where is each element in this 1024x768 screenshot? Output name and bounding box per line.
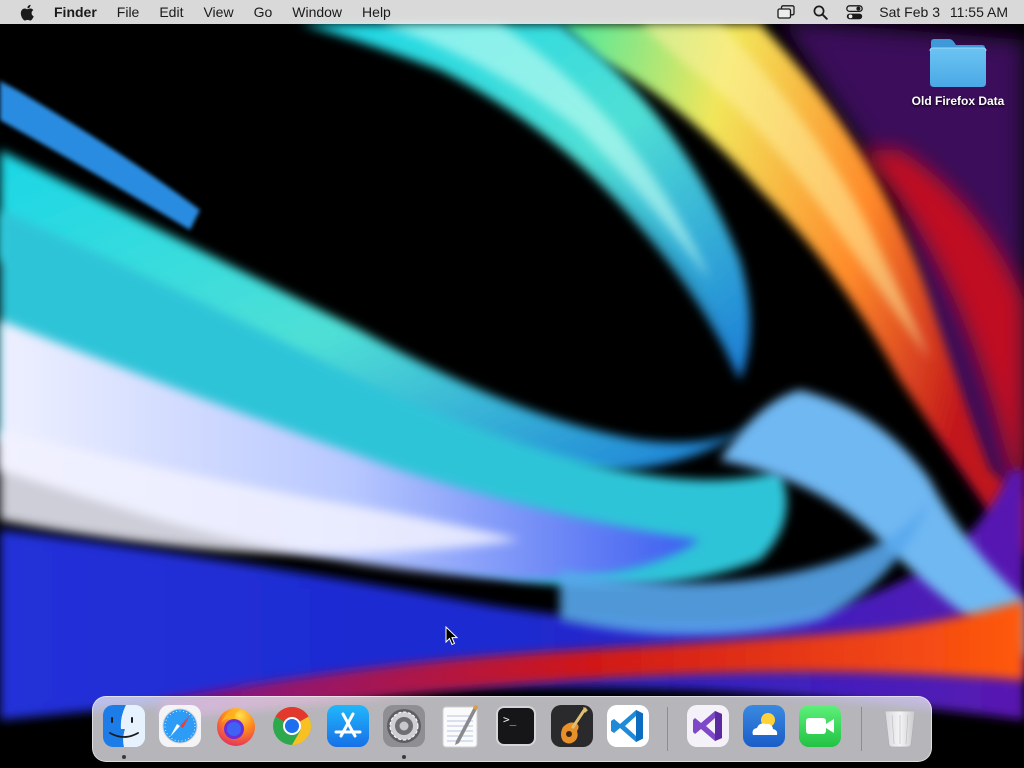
dock-chrome[interactable] bbox=[269, 703, 315, 749]
running-indicator-finder bbox=[122, 755, 126, 759]
menu-bar: Finder File Edit View Go Window Help Sat… bbox=[0, 0, 1024, 24]
dock-textedit[interactable] bbox=[437, 703, 483, 749]
safari-icon bbox=[159, 705, 201, 747]
clock-time: 11:55 AM bbox=[949, 4, 1008, 20]
dock: >_ bbox=[92, 696, 932, 762]
dock-safari[interactable] bbox=[157, 703, 203, 749]
menu-go[interactable]: Go bbox=[244, 0, 283, 24]
dock-weather[interactable] bbox=[741, 703, 787, 749]
menu-bar-status-area: Sat Feb 3 11:55 AM bbox=[769, 0, 1024, 24]
weather-icon bbox=[743, 705, 785, 747]
desktop-wallpaper bbox=[0, 0, 1024, 768]
control-center-icon[interactable] bbox=[837, 0, 871, 24]
menu-help[interactable]: Help bbox=[352, 0, 401, 24]
terminal-prompt: >_ bbox=[503, 713, 517, 726]
vscode-icon bbox=[607, 705, 649, 747]
desktop-item-label: Old Firefox Data bbox=[911, 94, 1005, 108]
terminal-icon: >_ bbox=[496, 706, 536, 746]
menu-edit[interactable]: Edit bbox=[149, 0, 193, 24]
running-indicator-system-preferences bbox=[402, 755, 406, 759]
dock-vscode[interactable] bbox=[605, 703, 651, 749]
dock-system-preferences[interactable] bbox=[381, 703, 427, 749]
app-store-icon bbox=[327, 705, 369, 747]
dock-facetime[interactable] bbox=[797, 703, 843, 749]
firefox-icon bbox=[217, 708, 255, 746]
mouse-cursor-icon bbox=[445, 626, 459, 646]
finder-icon bbox=[103, 705, 145, 747]
dock-firefox[interactable] bbox=[213, 703, 259, 749]
dock-garageband[interactable] bbox=[549, 703, 595, 749]
desktop-item-old-firefox-data[interactable]: Old Firefox Data bbox=[900, 36, 1016, 126]
folder-icon bbox=[929, 39, 987, 87]
clock-date: Sat Feb 3 bbox=[879, 4, 940, 20]
dock-divider bbox=[667, 707, 668, 751]
chrome-icon bbox=[273, 706, 312, 746]
dock-finder[interactable] bbox=[101, 703, 147, 749]
apple-logo-icon[interactable] bbox=[16, 0, 38, 24]
visual-studio-icon bbox=[687, 705, 729, 747]
system-preferences-icon bbox=[383, 705, 425, 747]
dock-visual-studio[interactable] bbox=[685, 703, 731, 749]
dock-divider bbox=[861, 707, 862, 751]
screen-mirroring-icon[interactable] bbox=[769, 0, 803, 24]
menu-view[interactable]: View bbox=[193, 0, 243, 24]
menu-app-name[interactable]: Finder bbox=[52, 0, 107, 24]
textedit-icon bbox=[442, 705, 478, 748]
menu-window[interactable]: Window bbox=[282, 0, 352, 24]
garageband-icon bbox=[551, 705, 593, 747]
dock-trash[interactable] bbox=[877, 703, 923, 749]
menu-bar-clock[interactable]: Sat Feb 3 11:55 AM bbox=[871, 4, 1008, 20]
menu-file[interactable]: File bbox=[107, 0, 150, 24]
spotlight-search-icon[interactable] bbox=[803, 0, 837, 24]
dock-app-store[interactable] bbox=[325, 703, 371, 749]
dock-terminal[interactable]: >_ bbox=[493, 703, 539, 749]
facetime-icon bbox=[799, 705, 841, 747]
trash-icon bbox=[884, 708, 916, 748]
